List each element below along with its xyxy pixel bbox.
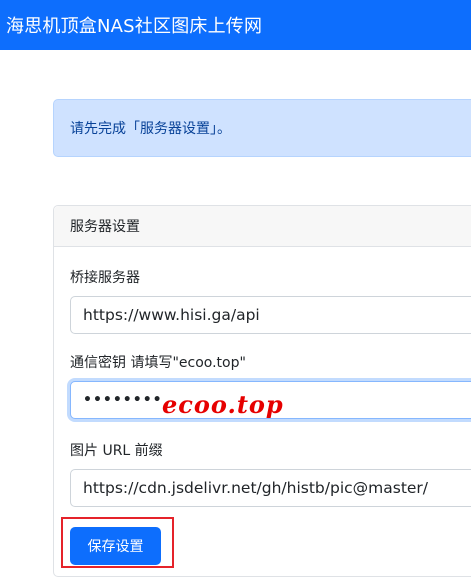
secret-key-masked-value: ••••••••	[83, 392, 163, 408]
card-header: 服务器设置	[54, 206, 471, 247]
bridge-server-label: 桥接服务器	[70, 270, 140, 286]
image-url-prefix-input[interactable]: https://cdn.jsdelivr.net/gh/histb/pic@ma…	[70, 469, 471, 507]
card-title: 服务器设置	[70, 219, 140, 235]
server-settings-card: 服务器设置 桥接服务器 https://www.hisi.ga/api 通信密钥…	[53, 205, 471, 577]
bridge-server-value: https://www.hisi.ga/api	[83, 306, 260, 324]
bridge-server-input[interactable]: https://www.hisi.ga/api	[70, 296, 471, 334]
secret-key-label: 通信密钥 请填写"ecoo.top"	[70, 355, 246, 371]
ecoo-watermark: ecoo.top	[162, 390, 284, 419]
image-url-prefix-value: https://cdn.jsdelivr.net/gh/histb/pic@ma…	[83, 479, 429, 497]
top-navbar: 海思机顶盒NAS社区图床上传网	[0, 0, 471, 50]
save-settings-button[interactable]: 保存设置	[70, 527, 161, 565]
info-alert: 请先完成「服务器设置」。	[53, 99, 471, 157]
alert-message: 请先完成「服务器设置」。	[70, 121, 231, 137]
image-url-prefix-label: 图片 URL 前缀	[70, 443, 163, 459]
site-brand[interactable]: 海思机顶盒NAS社区图床上传网	[6, 12, 262, 38]
save-settings-label: 保存设置	[87, 539, 144, 555]
